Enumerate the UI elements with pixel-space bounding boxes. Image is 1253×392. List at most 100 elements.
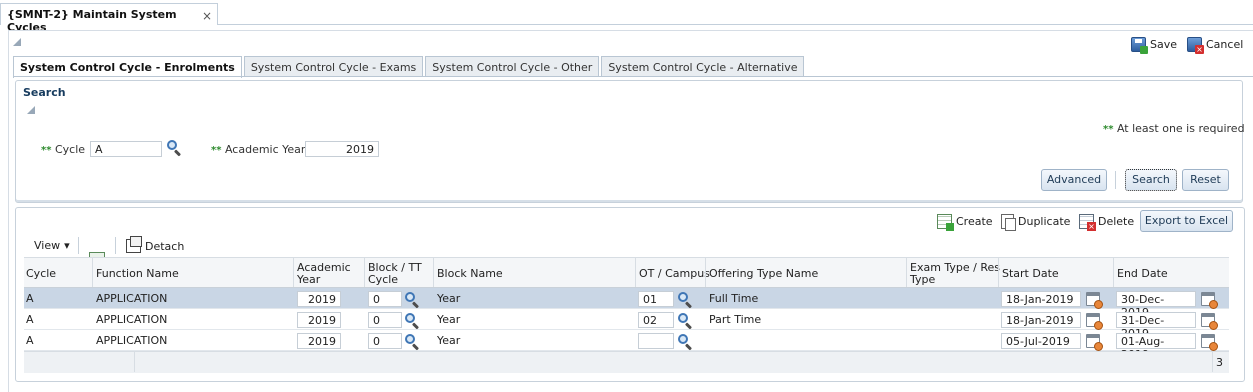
column-header-line: Year (297, 272, 321, 286)
calendar-icon[interactable] (1201, 312, 1218, 330)
toolbar-divider (78, 237, 79, 254)
delete-button[interactable]: × Delete (1079, 214, 1135, 231)
create-label: Create (956, 215, 993, 228)
column-header-end-date[interactable]: End Date (1115, 258, 1168, 289)
column-header-start-date[interactable]: Start Date (1000, 258, 1059, 289)
start-date-field[interactable]: 18-Jan-2019 (1001, 311, 1081, 328)
column-header-line: Type (910, 272, 936, 286)
block-search-icon[interactable] (405, 333, 420, 351)
tab-exams[interactable]: System Control Cycle - Exams (243, 56, 424, 77)
required-note-text: At least one is required (1116, 122, 1245, 135)
column-header-ot-campus[interactable]: OT / Campus (637, 258, 710, 289)
create-button[interactable]: Create (937, 214, 993, 231)
view-label: View (34, 239, 61, 252)
required-marker: ** (1103, 124, 1114, 135)
save-label: Save (1150, 38, 1178, 51)
collapse-panel-icon[interactable] (13, 38, 21, 46)
tab-strip-divider (218, 24, 1253, 25)
function-name-cell: APPLICATION (96, 313, 168, 326)
column-header-function-name[interactable]: Function Name (94, 258, 179, 289)
block-tt-field[interactable]: 0 (368, 311, 402, 328)
table-row[interactable]: A APPLICATION 2019 0 Year 05-Jul-2019 01… (24, 330, 1229, 361)
block-name-cell: Year (437, 313, 461, 326)
cycle-cell: A (26, 292, 34, 305)
start-date-field[interactable]: 05-Jul-2019 (1001, 332, 1081, 349)
ot-search-icon[interactable] (678, 312, 693, 330)
document-tab[interactable]: {SMNT-2} Maintain System Cycles × (0, 3, 218, 34)
tab-alternative[interactable]: System Control Cycle - Alternative (601, 56, 805, 77)
block-name-cell: Year (437, 292, 461, 305)
cancel-button[interactable]: × Cancel (1187, 37, 1243, 54)
block-search-icon[interactable] (405, 312, 420, 330)
calendar-icon[interactable] (1201, 291, 1218, 309)
ot-search-icon[interactable] (678, 291, 693, 309)
calendar-icon[interactable] (1201, 333, 1218, 351)
column-header-academic-year[interactable]: Academic Year (295, 258, 351, 289)
column-header-line: Cycle (368, 272, 399, 286)
block-tt-field[interactable]: 0 (368, 290, 402, 307)
column-header-offering-type[interactable]: Offering Type Name (707, 258, 818, 289)
academic-year-field[interactable]: 2019 (297, 332, 341, 349)
delete-label: Delete (1098, 215, 1135, 228)
duplicate-label: Duplicate (1018, 215, 1071, 228)
tab-enrolments[interactable]: System Control Cycle - Enrolments (13, 56, 242, 78)
create-icon (937, 214, 954, 231)
column-header-block-name[interactable]: Block Name (435, 258, 503, 289)
detach-icon (126, 236, 142, 253)
reset-button[interactable]: Reset (1182, 169, 1229, 191)
cycle-tabs: System Control Cycle - Enrolments System… (13, 56, 805, 78)
close-tab-icon[interactable]: × (202, 9, 212, 23)
calendar-icon[interactable] (1086, 291, 1103, 309)
advanced-button[interactable]: Advanced (1041, 169, 1107, 191)
collapse-search-icon[interactable] (27, 106, 35, 114)
table-footer: 3 (24, 351, 1229, 373)
save-icon (1131, 37, 1148, 54)
duplicate-icon (1001, 214, 1016, 231)
academic-year-field[interactable]: 2019 (297, 311, 341, 328)
block-name-cell: Year (437, 334, 461, 347)
calendar-icon[interactable] (1086, 312, 1103, 330)
ot-campus-field[interactable]: 02 (638, 311, 674, 328)
detach-label: Detach (145, 239, 185, 253)
row-count: 3 (1216, 356, 1223, 369)
save-button[interactable]: Save (1131, 37, 1178, 54)
function-name-cell: APPLICATION (96, 292, 168, 305)
duplicate-button[interactable]: Duplicate (1001, 214, 1071, 231)
function-name-cell: APPLICATION (96, 334, 168, 347)
academic-year-field[interactable]: 2019 (297, 290, 341, 307)
button-divider (1115, 171, 1116, 189)
tab-other[interactable]: System Control Cycle - Other (425, 56, 600, 77)
table-row[interactable]: A APPLICATION 2019 0 Year 01 Full Time 1… (24, 288, 1229, 319)
cancel-icon: × (1187, 37, 1204, 54)
calendar-icon[interactable] (1086, 333, 1103, 351)
block-tt-field[interactable]: 0 (368, 332, 402, 349)
ot-campus-field[interactable]: 01 (638, 290, 674, 307)
academic-year-input[interactable]: 2019 (305, 141, 379, 157)
cycle-input[interactable]: A (90, 141, 162, 157)
column-header-block-tt-cycle[interactable]: Block / TT Cycle (366, 258, 422, 289)
cycle-label-text: Cycle (54, 143, 86, 156)
detach-button[interactable]: Detach (126, 236, 185, 253)
start-date-field[interactable]: 18-Jan-2019 (1001, 290, 1081, 307)
search-title: Search (23, 86, 66, 99)
column-header-line: Academic (297, 260, 351, 274)
search-button[interactable]: Search (1125, 169, 1177, 191)
cycle-cell: A (26, 334, 34, 347)
cycle-search-icon[interactable] (167, 140, 182, 157)
view-menu[interactable]: View ▾ (34, 239, 70, 252)
ot-search-icon[interactable] (678, 333, 693, 351)
academic-year-label: ** Academic Year (211, 143, 305, 156)
table-row[interactable]: A APPLICATION 2019 0 Year 02 Part Time 1… (24, 309, 1229, 340)
chevron-down-icon: ▾ (64, 239, 70, 252)
export-excel-button[interactable]: Export to Excel (1140, 210, 1233, 232)
column-header-exam-type[interactable]: Exam Type / Res Type (908, 258, 1000, 289)
end-date-field[interactable]: 31-Dec-2019 (1116, 311, 1196, 340)
end-date-field[interactable]: 01-Aug-2019 (1116, 332, 1196, 361)
delete-icon: × (1079, 214, 1096, 231)
column-header-cycle[interactable]: Cycle (24, 258, 56, 289)
ot-campus-field[interactable] (638, 332, 674, 349)
table-header: Cycle Function Name Academic Year Block … (24, 257, 1229, 288)
required-note: ** At least one is required (1103, 122, 1245, 135)
block-search-icon[interactable] (405, 291, 420, 309)
end-date-field[interactable]: 30-Dec-2019 (1116, 290, 1196, 319)
